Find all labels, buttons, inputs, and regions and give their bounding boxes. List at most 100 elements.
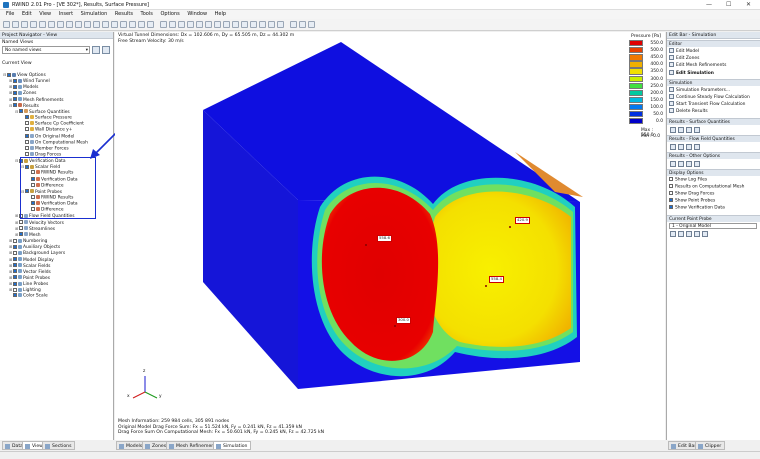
action-icon[interactable]: [669, 94, 674, 99]
toolbar-tool-icon[interactable]: [178, 21, 185, 28]
tree-item[interactable]: ⊞ Velocity Vectors: [15, 220, 64, 226]
toolbar-tool-icon[interactable]: [39, 21, 46, 28]
tree-checkbox[interactable]: [25, 151, 29, 156]
save-view-icon[interactable]: [92, 46, 100, 54]
tree-checkbox[interactable]: [25, 127, 29, 132]
tree-item[interactable]: ⊞ Point Probes: [9, 275, 50, 281]
toolbar-tool-icon[interactable]: [84, 21, 91, 28]
result-option-icon[interactable]: [686, 160, 692, 167]
probe-point[interactable]: [485, 285, 487, 287]
menu-simulation[interactable]: Simulation: [81, 11, 108, 17]
tree-checkbox[interactable]: [7, 72, 11, 77]
tree-checkbox[interactable]: [13, 269, 17, 274]
probe-point[interactable]: [394, 325, 396, 327]
section-header[interactable]: Results - Other Options: [667, 151, 760, 159]
action-icon[interactable]: [669, 69, 674, 75]
action-icon[interactable]: [669, 62, 674, 68]
tree-checkbox[interactable]: [25, 121, 29, 126]
toolbar-tool-icon[interactable]: [3, 21, 10, 28]
toolbar-tool-icon[interactable]: [66, 21, 73, 28]
tree-checkbox[interactable]: [13, 281, 17, 286]
maximize-button[interactable]: ☐: [726, 1, 731, 8]
toolbar-tool-icon[interactable]: [120, 21, 127, 28]
action-icon[interactable]: [669, 108, 674, 114]
toolbar-tool-icon[interactable]: [102, 21, 109, 28]
result-option-icon[interactable]: [678, 126, 684, 133]
minimize-button[interactable]: —: [706, 1, 712, 8]
tree-checkbox[interactable]: [19, 226, 23, 231]
edit-bar-item[interactable]: Show Log Files: [669, 176, 707, 183]
edit-bar-item[interactable]: Delete Results: [669, 108, 708, 114]
tree-item[interactable]: ⊞ Wind Tunnel: [9, 78, 50, 84]
edit-bar-item[interactable]: Results on Computational Mesh: [669, 183, 744, 190]
menu-file[interactable]: File: [6, 11, 14, 17]
result-option-icon[interactable]: [678, 143, 684, 150]
edit-bar-item[interactable]: Show Point Probes: [669, 198, 715, 204]
toolbar-tool-icon[interactable]: [93, 21, 100, 28]
toolbar-tool-icon[interactable]: [111, 21, 118, 28]
tree-item[interactable]: ⊟ Surface Quantities: [15, 109, 70, 115]
toolbar-tool-icon[interactable]: [30, 21, 37, 28]
tree-checkbox[interactable]: [13, 103, 17, 108]
result-option-icon[interactable]: [670, 143, 676, 150]
tree-checkbox[interactable]: [19, 232, 23, 237]
tree-item[interactable]: ⊞ Scalar Fields: [9, 263, 50, 269]
tree-item[interactable]: On Computational Mesh: [21, 139, 88, 146]
named-views-select[interactable]: No named views ▾: [2, 46, 90, 54]
section-header[interactable]: Display Options: [667, 168, 760, 176]
edit-bar-item[interactable]: Continue Steady Flow Calculation: [669, 94, 750, 100]
tree-item[interactable]: ⊞ Mesh: [15, 232, 41, 238]
section-header[interactable]: Results - Surface Quantities: [667, 117, 760, 125]
edit-bar-item[interactable]: Edit Simulation: [669, 69, 714, 76]
result-option-icon[interactable]: [678, 160, 684, 167]
tree-checkbox[interactable]: [13, 293, 17, 298]
toolbar-tool-icon[interactable]: [160, 21, 167, 28]
action-icon[interactable]: [669, 55, 674, 61]
toolbar-tool-icon[interactable]: [21, 21, 28, 28]
option-checkbox[interactable]: [669, 176, 673, 181]
tree-checkbox[interactable]: [25, 133, 29, 138]
section-header[interactable]: Current Point Probe: [667, 214, 760, 222]
tree-item[interactable]: ⊞ Zones: [9, 90, 36, 96]
result-option-icon[interactable]: [686, 143, 692, 150]
tree-checkbox[interactable]: [25, 139, 29, 144]
toolbar-tool-icon[interactable]: [259, 21, 266, 28]
tree-item[interactable]: ⊞ Model Display: [9, 257, 54, 263]
tree-checkbox[interactable]: [19, 109, 23, 114]
section-header[interactable]: Results - Flow Field Quantities: [667, 134, 760, 142]
tree-item[interactable]: ⊞ Auxiliary Objects: [9, 244, 60, 250]
tree-checkbox[interactable]: [13, 244, 17, 249]
tab-sections[interactable]: Sections: [42, 441, 76, 450]
tree-checkbox[interactable]: [13, 263, 17, 268]
tree-item[interactable]: On Original Model: [21, 133, 74, 140]
toolbar-tool-icon[interactable]: [169, 21, 176, 28]
menu-edit[interactable]: Edit: [22, 11, 32, 17]
tab-clipper[interactable]: Clipper: [695, 441, 726, 450]
edit-bar-item[interactable]: Show Drag Forces: [669, 191, 714, 197]
tree-item[interactable]: Surface Cp Coefficient: [21, 121, 84, 127]
probe-tool-icon[interactable]: [702, 230, 708, 237]
tree-item[interactable]: ⊞ Vector Fields: [9, 269, 51, 275]
option-checkbox[interactable]: [669, 198, 673, 203]
result-option-icon[interactable]: [670, 126, 676, 133]
tree-checkbox[interactable]: [25, 115, 29, 120]
menu-results[interactable]: Results: [115, 11, 133, 17]
toolbar-tool-icon[interactable]: [48, 21, 55, 28]
tree-item[interactable]: ⊞ Numbering: [9, 238, 47, 244]
probe-point[interactable]: [509, 226, 511, 228]
tab-simulation[interactable]: Simulation: [213, 441, 252, 450]
tree-item[interactable]: ⊟ Results: [9, 103, 39, 109]
tree-item[interactable]: Color Scale: [9, 293, 48, 299]
edit-bar-item[interactable]: Simulation Parameters...: [669, 86, 730, 93]
toolbar-tool-icon[interactable]: [223, 21, 230, 28]
toolbar-tool-icon[interactable]: [147, 21, 154, 28]
toolbar-tool-icon[interactable]: [268, 21, 275, 28]
menu-window[interactable]: Window: [187, 11, 207, 17]
tree-checkbox[interactable]: [13, 275, 17, 280]
tree-item[interactable]: ⊞ Models: [9, 84, 38, 90]
menu-options[interactable]: Options: [160, 11, 179, 17]
tree-item[interactable]: ⊟ View Options: [3, 72, 46, 78]
result-option-icon[interactable]: [694, 126, 700, 133]
tree-checkbox[interactable]: [13, 84, 17, 89]
edit-bar-item[interactable]: Show Verification Data: [669, 205, 725, 211]
